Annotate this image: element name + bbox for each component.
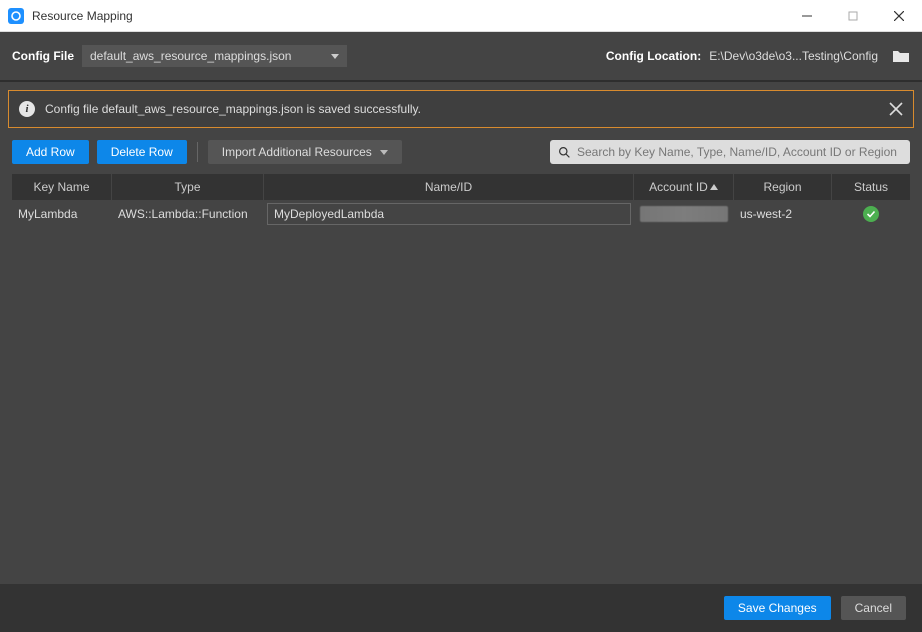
name-id-input[interactable] (267, 203, 631, 225)
config-file-value: default_aws_resource_mappings.json (90, 49, 291, 63)
window-controls (784, 0, 922, 32)
cell-account-id[interactable] (634, 200, 734, 228)
search-icon (558, 146, 571, 159)
cell-key-name[interactable]: MyLambda (12, 200, 112, 228)
resource-table-wrap: Key Name Type Name/ID Account ID Region … (0, 174, 922, 584)
cancel-button[interactable]: Cancel (841, 596, 906, 620)
maximize-button[interactable] (830, 0, 876, 32)
column-region[interactable]: Region (734, 174, 832, 200)
column-status[interactable]: Status (832, 174, 910, 200)
import-resources-label: Import Additional Resources (222, 145, 372, 159)
divider (197, 142, 198, 162)
close-notification-button[interactable] (889, 102, 903, 116)
footer-bar: Save Changes Cancel (0, 584, 922, 632)
add-row-button[interactable]: Add Row (12, 140, 89, 164)
cell-region[interactable]: us-west-2 (734, 200, 832, 228)
titlebar: Resource Mapping (0, 0, 922, 32)
cell-name-id (264, 200, 634, 228)
app-icon (8, 8, 24, 24)
app-body: Config File default_aws_resource_mapping… (0, 32, 922, 632)
delete-row-button[interactable]: Delete Row (97, 140, 187, 164)
cell-type[interactable]: AWS::Lambda::Function (112, 200, 264, 228)
action-toolbar: Add Row Delete Row Import Additional Res… (0, 128, 922, 174)
config-bar: Config File default_aws_resource_mapping… (0, 32, 922, 80)
save-changes-button[interactable]: Save Changes (724, 596, 831, 620)
redacted-account-id (640, 206, 728, 222)
status-ok-icon (863, 206, 879, 222)
search-input[interactable] (577, 145, 902, 159)
config-file-select[interactable]: default_aws_resource_mappings.json (82, 45, 347, 67)
minimize-button[interactable] (784, 0, 830, 32)
column-type[interactable]: Type (112, 174, 264, 200)
column-account-id-label: Account ID (649, 180, 708, 194)
window-title: Resource Mapping (32, 9, 133, 23)
table-header: Key Name Type Name/ID Account ID Region … (12, 174, 910, 200)
notification-banner: i Config file default_aws_resource_mappi… (8, 90, 914, 128)
import-resources-button[interactable]: Import Additional Resources (208, 140, 402, 164)
column-key-name[interactable]: Key Name (12, 174, 112, 200)
cell-status (832, 200, 910, 228)
search-box[interactable] (550, 140, 910, 164)
config-location-label: Config Location: (606, 49, 701, 63)
chevron-down-icon (331, 54, 339, 59)
info-icon: i (19, 101, 35, 117)
column-account-id[interactable]: Account ID (634, 174, 734, 200)
column-name-id[interactable]: Name/ID (264, 174, 634, 200)
table-row[interactable]: MyLambda AWS::Lambda::Function us-west-2 (12, 200, 910, 228)
sort-ascending-icon (710, 184, 718, 190)
folder-icon[interactable] (892, 49, 910, 63)
app-window: Resource Mapping Config File default_aws… (0, 0, 922, 632)
table-body: MyLambda AWS::Lambda::Function us-west-2 (12, 200, 910, 572)
close-window-button[interactable] (876, 0, 922, 32)
config-file-label: Config File (12, 49, 74, 63)
notification-text: Config file default_aws_resource_mapping… (45, 102, 879, 116)
config-location-value: E:\Dev\o3de\o3...Testing\Config (709, 49, 878, 63)
chevron-down-icon (380, 150, 388, 155)
resource-table: Key Name Type Name/ID Account ID Region … (12, 174, 910, 572)
